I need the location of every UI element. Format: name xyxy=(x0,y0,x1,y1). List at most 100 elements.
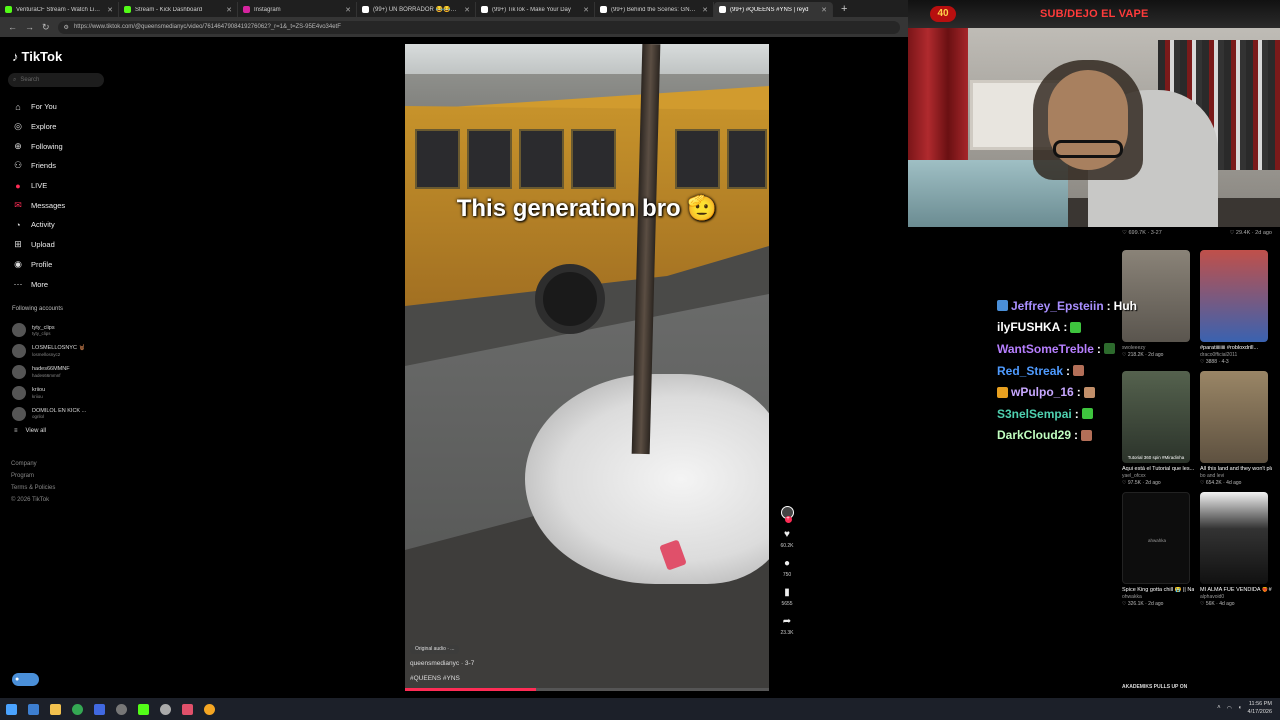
chrome-icon[interactable] xyxy=(66,698,88,720)
video-progress-bar[interactable] xyxy=(405,688,769,691)
tiktok-logo[interactable]: ♪ TikTok xyxy=(12,49,62,64)
nav-explore[interactable]: ◎ Explore xyxy=(12,117,65,137)
app-icon[interactable] xyxy=(176,698,198,720)
streamer-webcam: 40 SUB/DEJO EL VAPE xyxy=(908,0,1280,227)
url-input[interactable]: ⚙ https://www.tiktok.com/@queensmedianyc… xyxy=(57,20,900,34)
tab-label: (99+) TikTok - Make Your Day xyxy=(492,6,571,13)
browser-tab[interactable]: Instagram ✕ xyxy=(238,2,357,17)
video-card[interactable]: ahwahka Spice King gotta chill 😭 || Naoy… xyxy=(1122,492,1194,608)
close-tab-icon[interactable]: ✕ xyxy=(702,6,708,14)
close-tab-icon[interactable]: ✕ xyxy=(464,6,470,14)
chevron-up-icon[interactable]: ˄ xyxy=(1217,705,1221,711)
nav-friends[interactable]: ⚇ Friends xyxy=(12,156,65,176)
avatar xyxy=(12,406,26,421)
browser-tab-active[interactable]: (99+) #QUEENS #YNS | reyd ✕ xyxy=(714,2,833,17)
start-icon[interactable] xyxy=(0,698,22,720)
bookmark-icon[interactable]: ▮ xyxy=(780,585,794,599)
stream-goal-bar: 40 SUB/DEJO EL VAPE xyxy=(908,0,1280,28)
video-hashtags[interactable]: #QUEENS #YNS xyxy=(410,671,474,686)
close-tab-icon[interactable]: ✕ xyxy=(226,6,232,14)
friends-icon: ⚇ xyxy=(13,160,23,171)
tiktok-note-icon: ♪ xyxy=(12,49,19,64)
footer-program-link[interactable]: Program xyxy=(11,470,55,482)
footer-terms-link[interactable]: Terms & Policies xyxy=(11,482,55,494)
browser-tab[interactable]: VenturaCF Stream - Watch Live o ✕ xyxy=(0,2,119,17)
app-icon[interactable] xyxy=(88,698,110,720)
chat-username[interactable]: Red_Streak xyxy=(997,364,1063,378)
chat-username[interactable]: WantSomeTreble xyxy=(997,342,1094,356)
search-input[interactable]: ⌕ Search xyxy=(8,73,104,87)
view-all-link[interactable]: ≡ View all xyxy=(14,428,46,434)
forward-icon[interactable]: → xyxy=(25,22,34,32)
video-thumbnail[interactable] xyxy=(1200,371,1268,463)
nav-following[interactable]: ⊕ Following xyxy=(12,136,65,156)
browser-tab[interactable]: (99+) TikTok - Make Your Day ✕ xyxy=(476,2,595,17)
logo-text: TikTok xyxy=(21,49,63,64)
share-icon[interactable]: ➦ xyxy=(780,614,794,628)
video-thumbnail[interactable] xyxy=(1200,492,1268,584)
browser-tab-bar: VenturaCF Stream - Watch Live o ✕ Stream … xyxy=(0,0,908,17)
following-account[interactable]: LOSMELLOSNYC 🤘🏾 losmellosnyc2 xyxy=(12,341,86,362)
site-info-icon[interactable]: ⚙ xyxy=(64,24,69,31)
nav-upload[interactable]: ⊞ Upload xyxy=(12,235,65,255)
footer-company-link[interactable]: Company xyxy=(11,458,55,470)
settings-icon[interactable] xyxy=(154,698,176,720)
chat-username[interactable]: DarkCloud29 xyxy=(997,428,1071,442)
nav-for-you[interactable]: ⌂ For You xyxy=(12,97,65,117)
chat-username[interactable]: ilyFUSHKA xyxy=(997,320,1060,334)
video-card[interactable]: MI ALMA FUE VENDIDA ❤️‍🔥#lyric... alphav… xyxy=(1200,492,1272,608)
video-author[interactable]: queensmedianyc · 3-7 xyxy=(410,656,474,671)
close-tab-icon[interactable]: ✕ xyxy=(345,6,351,14)
clock[interactable]: 11:56 PM 4/17/2026 xyxy=(1248,700,1272,716)
nav-profile[interactable]: ◉ Profile xyxy=(12,255,65,275)
browser-tab[interactable]: Stream - Kick Dashboard ✕ xyxy=(119,2,238,17)
creator-avatar[interactable]: + xyxy=(780,506,794,523)
nav-more[interactable]: ⋯ More xyxy=(12,274,65,294)
browser-tab[interactable]: (99+) Behind the Scenes: GNG's ✕ xyxy=(595,2,714,17)
card-author[interactable]: bo and levi xyxy=(1200,473,1272,480)
original-audio-pill[interactable]: Original audio · ... xyxy=(410,645,460,654)
app-icon[interactable] xyxy=(198,698,220,720)
explorer-icon[interactable] xyxy=(22,698,44,720)
kick-icon[interactable] xyxy=(132,698,154,720)
obs-icon[interactable] xyxy=(110,698,132,720)
video-thumbnail[interactable] xyxy=(1200,250,1268,342)
video-card[interactable]: All this land and they won't play... bo … xyxy=(1200,371,1272,487)
chat-username[interactable]: wPulpo_16 xyxy=(1011,385,1074,399)
following-account[interactable]: DOMILOL EN KICK ... ogrilol xyxy=(12,403,86,424)
heart-icon[interactable]: ♥ xyxy=(780,527,794,541)
following-account[interactable]: kriiou kriiou xyxy=(12,382,86,403)
card-author[interactable]: alphavoid0 xyxy=(1200,594,1272,601)
tiktok-favicon-icon xyxy=(481,6,488,13)
recommended-grid: swoleeezy ♡ 218.2K · 2d ago #paratiiiiii… xyxy=(1122,250,1272,608)
comment-icon[interactable]: ● xyxy=(780,556,794,570)
browser-tab[interactable]: (99+) UN BORRADOR 😂😂😂 | # ✕ xyxy=(357,2,476,17)
nav-messages[interactable]: ✉ Messages xyxy=(12,195,65,215)
volume-icon[interactable]: ◖ xyxy=(1238,705,1242,711)
following-account[interactable]: hades66MMNF hades66mmnf xyxy=(12,362,86,383)
video-player[interactable]: This generation bro 🫡 Original audio · .… xyxy=(405,44,769,691)
new-tab-button[interactable]: + xyxy=(833,3,855,15)
following-account[interactable]: tyty_clips tyty_clips xyxy=(12,320,86,341)
card-author[interactable]: yael_ofcxx xyxy=(1122,473,1194,480)
close-tab-icon[interactable]: ✕ xyxy=(107,6,113,14)
card-author[interactable]: ohwakka xyxy=(1122,594,1194,601)
nav-live[interactable]: ● LIVE xyxy=(12,176,65,196)
nav-activity[interactable]: ◔ Activity xyxy=(12,215,65,235)
folder-icon[interactable] xyxy=(44,698,66,720)
card-author[interactable]: draco0fficial2011 xyxy=(1200,352,1272,359)
close-tab-icon[interactable]: ✕ xyxy=(583,6,589,14)
network-icon[interactable]: ◠ xyxy=(1227,705,1232,712)
video-card[interactable]: #paratiiiiiiii #robloxdrill... draco0ffi… xyxy=(1200,250,1272,366)
chat-username[interactable]: Jeffrey_Epsteiin xyxy=(1011,299,1104,313)
cam-streamer-glasses xyxy=(1053,140,1123,158)
avatar xyxy=(12,344,26,359)
theme-toggle[interactable]: ● xyxy=(12,673,39,686)
close-tab-icon[interactable]: ✕ xyxy=(821,6,827,14)
chat-username[interactable]: S3nelSempai xyxy=(997,407,1072,421)
follow-plus-icon[interactable]: + xyxy=(784,516,792,523)
back-icon[interactable]: ← xyxy=(8,22,17,32)
video-thumbnail[interactable]: ahwahka xyxy=(1122,492,1190,584)
tab-label: Stream - Kick Dashboard xyxy=(135,6,203,13)
reload-icon[interactable]: ↻ xyxy=(42,22,50,33)
